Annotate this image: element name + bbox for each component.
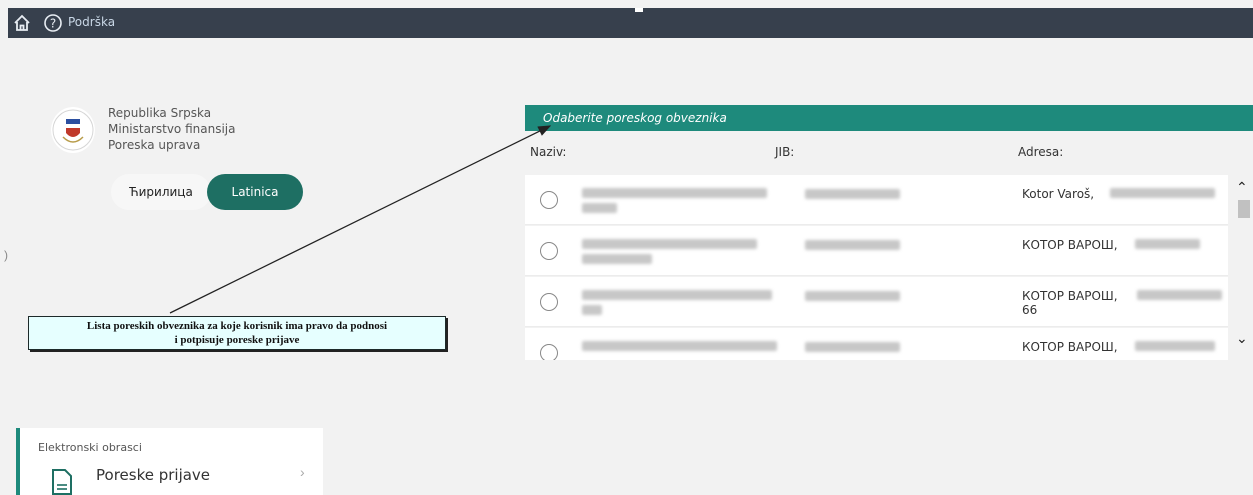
- brand-line-republic: Republika Srpska: [108, 106, 212, 120]
- taxpayer-selection-panel: Odaberite poreskog obveznika Naziv: JIB:…: [525, 105, 1253, 360]
- row-address: КОТОР ВАРОШ,: [1022, 238, 1118, 252]
- chevron-right-icon: ›: [300, 464, 305, 480]
- column-header-address: Adresa:: [1018, 145, 1064, 159]
- scroll-down-icon[interactable]: ⌄: [1236, 330, 1248, 347]
- list-scrollbar[interactable]: ⌃ ⌄: [1233, 175, 1253, 360]
- redacted-name: [582, 188, 767, 198]
- redacted-address: [1135, 239, 1200, 249]
- redacted-name-line2: [582, 305, 602, 315]
- select-radio[interactable]: [540, 344, 558, 360]
- row-address: КОТОР ВАРОШ,: [1022, 289, 1118, 303]
- column-header-name: Naziv:: [530, 145, 567, 159]
- callout-line-1: Lista poreskih obveznika za koje korisni…: [86, 320, 388, 332]
- redacted-address: [1135, 341, 1215, 351]
- institution-name: Republika Srpska Ministarstvo finansija …: [108, 105, 235, 153]
- support-link[interactable]: Podrška: [68, 15, 115, 29]
- redacted-jib: [805, 240, 900, 250]
- row-address: КОТОР ВАРОШ,: [1022, 340, 1118, 354]
- redacted-name: [582, 239, 757, 249]
- taxpayer-row[interactable]: КОТОР ВАРОШ,: [525, 226, 1228, 276]
- select-radio[interactable]: [540, 293, 558, 311]
- top-navigation-bar: ? Podrška: [8, 8, 1253, 38]
- redacted-address: [1137, 290, 1222, 300]
- scrollbar-thumb[interactable]: [1238, 200, 1250, 218]
- redacted-jib: [805, 291, 900, 301]
- language-latin-button[interactable]: Latinica: [207, 174, 303, 210]
- brand-line-ministry: Ministarstvo finansija: [108, 122, 236, 136]
- row-address-line2: 66: [1022, 303, 1038, 317]
- redacted-name-line2: [582, 254, 652, 264]
- taxpayer-row[interactable]: КОТОР ВАРОШ,: [525, 328, 1228, 360]
- taxpayer-row[interactable]: Kotor Varoš,: [525, 175, 1228, 225]
- redacted-jib: [805, 189, 900, 199]
- redacted-name: [582, 290, 772, 300]
- redacted-name-line2: [582, 203, 617, 213]
- annotation-callout: Lista poreskih obveznika za koje korisni…: [28, 316, 446, 350]
- card-title: Poreske prijave: [96, 466, 211, 484]
- document-icon: [52, 469, 72, 495]
- home-icon[interactable]: [12, 13, 32, 33]
- language-cyrillic-button[interactable]: Ћирилица: [111, 174, 211, 210]
- taxpayer-row[interactable]: КОТОР ВАРОШ, 66: [525, 277, 1228, 327]
- panel-title: Odaberite poreskog obveznika: [525, 105, 1253, 131]
- column-header-jib: JIB:: [775, 145, 795, 159]
- tax-returns-card[interactable]: Elektronski obrasci Poreske prijave ›: [16, 428, 323, 495]
- brand-line-tax-admin: Poreska uprava: [108, 138, 201, 152]
- row-address: Kotor Varoš,: [1022, 187, 1095, 201]
- edge-fragment: ): [4, 248, 8, 262]
- redacted-address: [1110, 188, 1215, 198]
- callout-line-2: i potpisuje poreske prijave: [174, 334, 300, 346]
- redacted-jib: [805, 342, 900, 352]
- svg-text:?: ?: [50, 17, 56, 31]
- coat-of-arms-logo: [51, 107, 95, 153]
- window-marker: [635, 8, 643, 12]
- redacted-name: [582, 341, 777, 351]
- help-circle-icon[interactable]: ?: [43, 13, 63, 33]
- select-radio[interactable]: [540, 191, 558, 209]
- taxpayer-list: Kotor Varoš, КОТОР ВАРОШ, КОТОР ВАРОШ, 6…: [525, 175, 1228, 360]
- scroll-up-icon[interactable]: ⌃: [1236, 179, 1248, 196]
- select-radio[interactable]: [540, 242, 558, 260]
- card-section-label: Elektronski obrasci: [38, 441, 142, 454]
